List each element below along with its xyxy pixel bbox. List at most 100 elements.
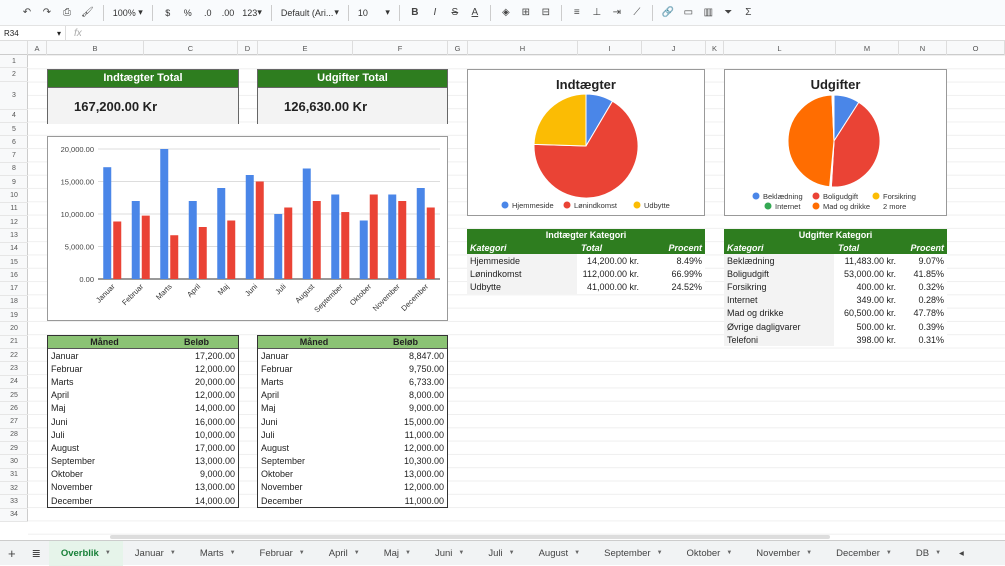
bar[interactable] <box>359 220 368 280</box>
row-header[interactable]: 25 <box>0 389 28 403</box>
bar[interactable] <box>170 235 179 279</box>
row-header[interactable]: 34 <box>0 509 28 522</box>
row-header[interactable]: 33 <box>0 495 28 509</box>
zoom-select[interactable]: 100% ▾ <box>110 3 146 23</box>
row-header[interactable]: 17 <box>0 283 28 296</box>
borders-icon[interactable]: ⊞ <box>517 3 535 23</box>
bar[interactable] <box>160 149 169 279</box>
bar[interactable] <box>416 188 425 279</box>
horizontal-scrollbar[interactable] <box>110 535 830 539</box>
comment-icon[interactable]: ▭ <box>679 3 697 23</box>
row-header[interactable]: 21 <box>0 336 28 349</box>
column-header-D[interactable]: D <box>238 41 258 55</box>
font-size-select[interactable]: 10 ▾ <box>355 3 393 23</box>
wrap-icon[interactable]: ⇥ <box>608 3 626 23</box>
redo-icon[interactable]: ↷ <box>38 3 56 23</box>
row-header[interactable]: 8 <box>0 163 28 177</box>
row-header[interactable]: 5 <box>0 123 28 137</box>
row-header[interactable]: 7 <box>0 150 28 163</box>
bar[interactable] <box>255 181 264 280</box>
bar[interactable] <box>113 221 122 279</box>
merge-icon[interactable]: ⊟ <box>537 3 555 23</box>
row-header[interactable]: 15 <box>0 256 28 270</box>
sheet-tab[interactable]: August ▼ <box>527 541 593 566</box>
row-header[interactable]: 28 <box>0 429 28 443</box>
corner-cell[interactable] <box>0 41 28 55</box>
bar[interactable] <box>398 201 407 279</box>
row-header[interactable]: 13 <box>0 229 28 243</box>
sheet-tab[interactable]: Maj ▼ <box>372 541 423 566</box>
bar[interactable] <box>131 201 140 279</box>
bar[interactable] <box>188 201 197 279</box>
row-header[interactable]: 23 <box>0 362 28 376</box>
bar[interactable] <box>217 188 226 279</box>
column-header-H[interactable]: H <box>468 41 578 55</box>
percent-button[interactable]: % <box>179 3 197 23</box>
bar[interactable] <box>341 212 350 279</box>
column-header-M[interactable]: M <box>836 41 899 55</box>
row-header[interactable]: 19 <box>0 309 28 323</box>
row-header[interactable]: 2 <box>0 68 28 82</box>
pie-slice[interactable] <box>787 94 835 188</box>
bar[interactable] <box>274 214 283 279</box>
expense-pie-chart[interactable]: Udgifter Beklædning Boligudgift Forsikring I… <box>724 69 947 216</box>
legend-more[interactable]: 2 more <box>883 202 906 211</box>
align-icon[interactable]: ≡ <box>568 3 586 23</box>
row-header[interactable]: 22 <box>0 349 28 363</box>
row-header[interactable]: 4 <box>0 110 28 123</box>
row-header[interactable]: 18 <box>0 296 28 310</box>
sheet-tab[interactable]: April ▼ <box>317 541 372 566</box>
strikethrough-button[interactable]: S <box>446 3 464 23</box>
monthly-bar-chart[interactable]: 0.00 5,000.00 10,000.00 15,000.00 20,000.00 J… <box>47 136 448 321</box>
column-header-O[interactable]: O <box>947 41 1005 55</box>
bar[interactable] <box>369 194 378 280</box>
sheet-tab[interactable]: Juni ▼ <box>423 541 476 566</box>
number-format-button[interactable]: 123 ▾ <box>239 3 265 23</box>
row-header[interactable]: 9 <box>0 176 28 190</box>
bar[interactable] <box>227 220 236 280</box>
sheet-tab[interactable]: December ▼ <box>824 541 904 566</box>
add-sheet-icon[interactable]: + <box>0 541 24 566</box>
currency-button[interactable]: $ <box>159 3 177 23</box>
bar[interactable] <box>198 227 207 279</box>
sheet-tab[interactable]: Oktober ▼ <box>675 541 745 566</box>
sheet-tab[interactable]: Overblik ▼ <box>48 540 123 566</box>
rotate-icon[interactable]: ⟋ <box>628 3 646 23</box>
row-header[interactable]: 6 <box>0 136 28 150</box>
sheet-tab[interactable]: Marts ▼ <box>188 541 248 566</box>
bold-button[interactable]: B <box>406 3 424 23</box>
bar[interactable] <box>141 215 150 279</box>
row-header[interactable]: 11 <box>0 203 28 216</box>
undo-icon[interactable]: ↶ <box>18 3 36 23</box>
bar[interactable] <box>426 207 435 280</box>
bar[interactable] <box>312 201 321 279</box>
column-header-I[interactable]: I <box>578 41 642 55</box>
fill-color-icon[interactable]: ◈ <box>497 3 515 23</box>
function-icon[interactable]: Σ <box>739 3 757 23</box>
link-icon[interactable]: 🔗 <box>659 3 677 23</box>
filter-icon[interactable]: ⏷ <box>719 3 737 23</box>
column-header-L[interactable]: L <box>724 41 836 55</box>
name-box[interactable]: R34 ▾ <box>0 25 66 41</box>
bar[interactable] <box>284 207 293 280</box>
row-header[interactable]: 14 <box>0 243 28 256</box>
column-header-A[interactable]: A <box>28 41 47 55</box>
column-header-K[interactable]: K <box>706 41 724 55</box>
column-header-E[interactable]: E <box>258 41 353 55</box>
row-header[interactable]: 32 <box>0 482 28 496</box>
row-header[interactable]: 3 <box>0 82 28 110</box>
bar[interactable] <box>245 175 254 279</box>
decrease-decimal-button[interactable]: .0 <box>199 3 217 23</box>
row-header[interactable]: 12 <box>0 216 28 230</box>
row-header[interactable]: 24 <box>0 376 28 389</box>
bar[interactable] <box>331 194 340 280</box>
row-header[interactable]: 27 <box>0 416 28 429</box>
scroll-tabs-icon[interactable]: ◂ <box>953 541 970 566</box>
row-header[interactable]: 29 <box>0 442 28 456</box>
row-header[interactable]: 16 <box>0 269 28 283</box>
sheet-tab[interactable]: Januar ▼ <box>123 541 188 566</box>
column-header-B[interactable]: B <box>47 41 144 55</box>
text-color-button[interactable]: A <box>466 3 484 23</box>
font-select[interactable]: Default (Ari... ▾ <box>278 3 342 23</box>
column-header-J[interactable]: J <box>642 41 706 55</box>
